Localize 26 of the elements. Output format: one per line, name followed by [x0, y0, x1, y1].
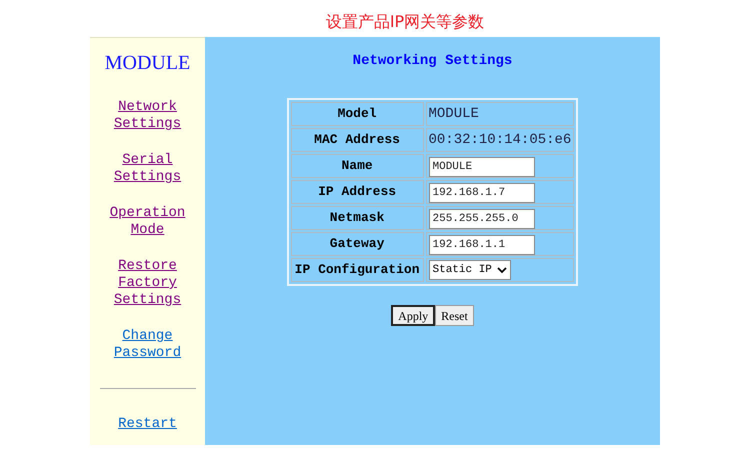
sidebar-link[interactable]: Operation Mode — [104, 205, 192, 239]
field-label: MAC Address — [290, 128, 424, 152]
caption: 设置产品IP网关等参数 — [324, 11, 484, 33]
sidebar-link[interactable]: Network Settings — [104, 99, 192, 133]
form-button[interactable]: Apply — [391, 305, 436, 326]
chevron-down-icon — [496, 266, 506, 274]
input-field[interactable]: 192.168.1.7 — [428, 182, 534, 202]
field-label: IP Configuration — [290, 258, 424, 282]
field-label: Name — [290, 154, 424, 178]
sidebar-link[interactable]: Restore Factory Settings — [104, 258, 192, 309]
field-value: 00:32:10:14:05:e6 — [428, 132, 572, 148]
input-field[interactable]: 255.255.255.0 — [428, 208, 534, 228]
field-label: IP Address — [290, 180, 424, 204]
field-label: Gateway — [290, 232, 424, 256]
sidebar-link[interactable]: Serial Settings — [104, 152, 192, 186]
input-field[interactable]: 192.168.1.1 — [428, 234, 534, 254]
page-title: Networking Settings — [352, 52, 512, 71]
field-label: Model — [290, 102, 424, 126]
sidebar-link[interactable]: Change Password — [104, 328, 192, 362]
field-label: Netmask — [290, 206, 424, 230]
sidebar-title: MODULE — [104, 51, 190, 75]
form-button[interactable]: Reset — [435, 305, 474, 326]
input-field[interactable]: MODULE — [428, 156, 534, 176]
field-value: MODULE — [428, 106, 479, 122]
sidebar-link[interactable]: Restart — [104, 416, 192, 433]
select-field[interactable]: Static IP — [428, 260, 510, 280]
